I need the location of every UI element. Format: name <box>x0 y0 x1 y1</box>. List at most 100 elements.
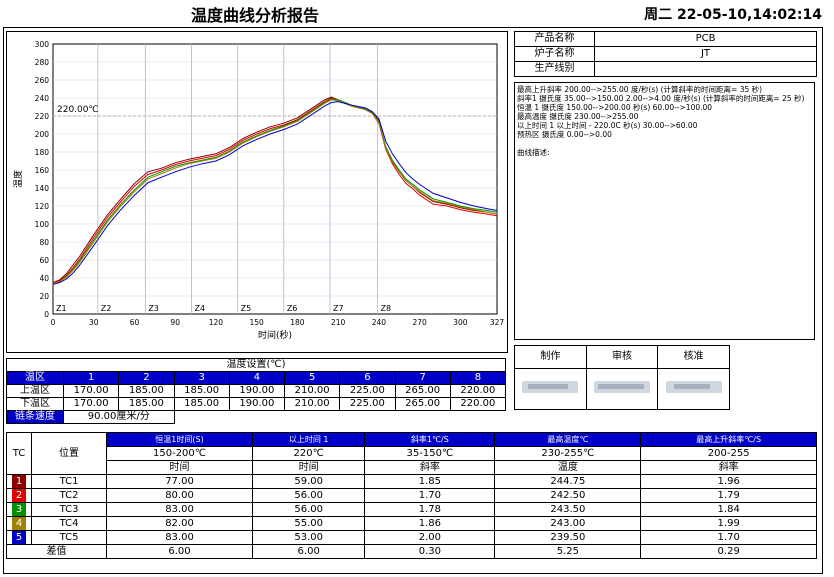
x-tick-label: 270 <box>412 318 427 327</box>
tc-position: TC2 <box>31 488 107 503</box>
chart-svg: 0 20 40 60 80 100 120 140 160 180 200 220 240 260 280 3… <box>12 40 504 341</box>
approve-signature <box>657 368 730 410</box>
upper-zone-label: 上温区 <box>6 384 64 398</box>
tc-value: 1.79 <box>640 488 817 503</box>
metric-range: 230-255℃ <box>494 446 642 461</box>
tc-value: 1.85 <box>364 474 496 489</box>
y-tick-label: 20 <box>39 292 49 301</box>
signoff-table: 制作 审核 核准 <box>514 345 730 410</box>
y-tick-label: 280 <box>35 58 50 67</box>
zone-number: 4 <box>228 371 286 385</box>
metric-unit: 斜率 <box>640 460 817 475</box>
tc-value: 244.75 <box>494 474 642 489</box>
upper-zone-value: 225.00 <box>339 384 396 398</box>
metric-unit: 时间 <box>105 460 254 475</box>
tc-value: 1.78 <box>364 502 496 517</box>
zone-label: Z1 <box>56 304 67 313</box>
metric-header: 最高上升斜率℃/S <box>640 432 817 447</box>
metric-header: 以上时间 1 <box>252 432 366 447</box>
zone-label: Z7 <box>333 304 344 313</box>
diff-label: 差值 <box>6 544 107 559</box>
lower-zone-value: 265.00 <box>394 397 451 411</box>
x-tick-label: 90 <box>170 318 180 327</box>
x-tick-label: 0 <box>51 318 56 327</box>
lower-zone-value: 210.00 <box>283 397 341 411</box>
tc-value: 82.00 <box>105 516 254 531</box>
note-line: 预热区 摄氏度 0.00-->0.00 <box>517 130 612 139</box>
y-tick-label: 80 <box>39 238 49 247</box>
blurred-signature-icon <box>665 381 722 393</box>
lower-zone-value: 190.00 <box>228 397 286 411</box>
zone-label: Z6 <box>287 304 298 313</box>
tc-row: 5 TC5 83.00 53.00 2.00 239.50 1.70 <box>6 530 817 545</box>
zone-settings-table: 温度设置(℃) 温区 1 2 3 4 5 6 7 8 上温区 170.00 18… <box>6 358 507 424</box>
tc-row: 2 TC2 80.00 56.00 1.70 242.50 1.79 <box>6 488 817 503</box>
furnace-name-label: 炉子名称 <box>514 46 595 62</box>
lower-zone-label: 下温区 <box>6 397 64 411</box>
y-tick-label: 60 <box>39 256 49 265</box>
zone-number: 2 <box>118 371 175 385</box>
tc-color-swatch: 5 <box>12 531 26 544</box>
spec-notes: 最高上升斜率 200.00-->255.00 度/秒(s) (计算斜率的时间距离… <box>514 82 815 340</box>
y-axis-label: 温度 <box>12 170 24 188</box>
tc-value: 80.00 <box>105 488 254 503</box>
metric-unit: 温度 <box>494 460 642 475</box>
tc-row: 3 TC3 83.00 56.00 1.78 243.50 1.84 <box>6 502 817 517</box>
diff-value: 0.30 <box>364 544 496 559</box>
zone-number: 5 <box>283 371 341 385</box>
tc-value: 1.70 <box>364 488 496 503</box>
note-line <box>517 139 812 148</box>
metric-range: 35-150℃ <box>364 446 496 461</box>
make-signature <box>514 368 587 410</box>
x-tick-label: 240 <box>372 318 387 327</box>
make-label: 制作 <box>514 345 587 369</box>
metric-unit: 斜率 <box>364 460 496 475</box>
y-tick-label: 220 <box>35 112 50 121</box>
review-label: 审核 <box>585 345 659 369</box>
lower-zone-value: 185.00 <box>173 397 230 411</box>
tc-value: 243.50 <box>494 502 642 517</box>
note-line: 最高温度 摄氏度 230.00-->255.00 <box>517 112 639 121</box>
tc-value: 55.00 <box>252 516 366 531</box>
tc-value: 59.00 <box>252 474 366 489</box>
zone-number: 6 <box>339 371 396 385</box>
plot-area <box>52 43 498 315</box>
review-signature <box>585 368 659 410</box>
note-line: 斜率1 摄氏度 35.00-->150.00 2.00-->4.00 度/秒(s… <box>517 94 805 103</box>
tc-value: 1.86 <box>364 516 496 531</box>
x-tick-label: 210 <box>331 318 346 327</box>
chain-speed-label: 链条速度 <box>6 410 64 424</box>
upper-zone-value: 265.00 <box>394 384 451 398</box>
zone-number: 1 <box>62 371 120 385</box>
y-tick-label: 240 <box>35 94 50 103</box>
y-tick-label: 160 <box>35 166 50 175</box>
tc-row: 4 TC4 82.00 55.00 1.86 243.00 1.99 <box>6 516 817 531</box>
metric-range: 150-200℃ <box>105 446 254 461</box>
diff-value: 5.25 <box>494 544 642 559</box>
zone-label: Z8 <box>381 304 392 313</box>
blurred-signature-icon <box>593 381 650 393</box>
tc-value: 83.00 <box>105 530 254 545</box>
y-tick-label: 300 <box>35 40 50 49</box>
tc-value: 56.00 <box>252 502 366 517</box>
x-tick-label: 180 <box>290 318 305 327</box>
zone-label: Z2 <box>101 304 112 313</box>
zone-number: 3 <box>173 371 230 385</box>
chain-speed-value: 90.00厘米/分 <box>63 410 175 424</box>
metric-range: 220℃ <box>252 446 366 461</box>
tc-value: 1.99 <box>640 516 817 531</box>
tc-value: 2.00 <box>364 530 496 545</box>
x-tick-label: 30 <box>89 318 99 327</box>
zone-number: 8 <box>449 371 507 385</box>
x-tick-label: 300 <box>453 318 468 327</box>
tc-value: 243.00 <box>494 516 642 531</box>
tc-value: 239.50 <box>494 530 642 545</box>
zone-settings-title: 温度设置(℃) <box>6 358 506 372</box>
upper-zone-value: 185.00 <box>173 384 230 398</box>
threshold-label: 220.00℃ <box>57 105 99 115</box>
x-axis-label: 时间(秒) <box>258 329 292 341</box>
y-tick-label: 180 <box>35 148 50 157</box>
note-line: 曲线描述: <box>517 148 550 157</box>
y-tick-label: 40 <box>39 274 49 283</box>
y-tick-label: 260 <box>35 76 50 85</box>
